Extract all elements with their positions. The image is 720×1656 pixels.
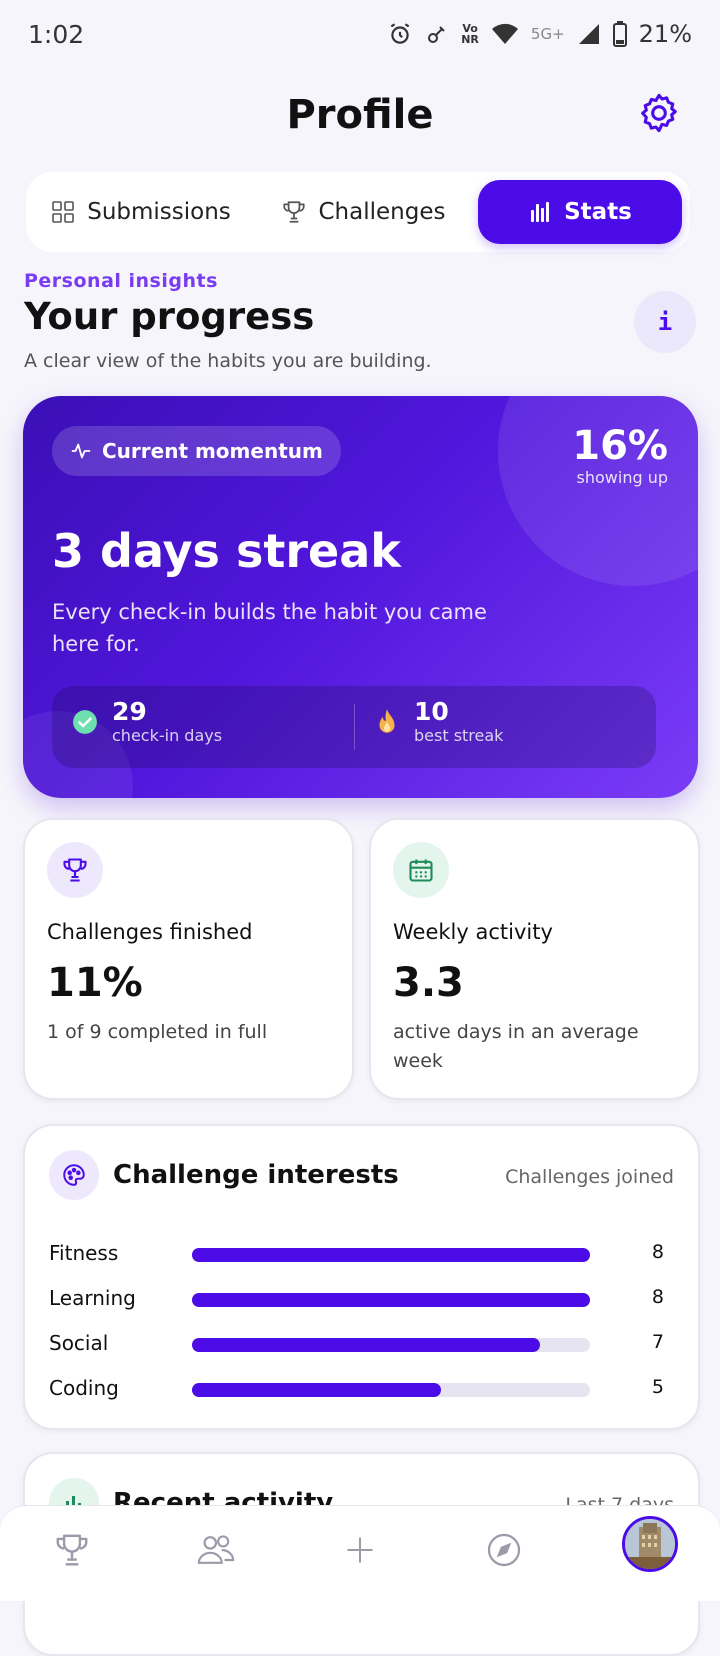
wifi-icon	[491, 23, 518, 44]
nav-add[interactable]	[338, 1528, 382, 1572]
profile-tabs: Submissions Challenges Stats	[26, 172, 690, 252]
nav-challenges[interactable]	[50, 1528, 94, 1572]
section-eyebrow: Personal insights	[24, 270, 218, 292]
avatar-photo	[625, 1519, 675, 1569]
interest-bar-fill	[192, 1293, 590, 1307]
streak-stats: 29 check-in days 10 best streak	[52, 686, 656, 768]
challenge-interests-card: Challenge interests Challenges joined Fi…	[23, 1124, 700, 1430]
interest-row: Social 7	[49, 1331, 664, 1359]
trophy-icon	[56, 1534, 88, 1566]
people-icon	[197, 1535, 235, 1564]
calendar-icon	[409, 859, 433, 882]
tab-stats-label: Stats	[564, 199, 632, 225]
streak-message: Every check-in builds the habit you came…	[52, 600, 487, 656]
interest-row: Coding 5	[49, 1376, 664, 1404]
compass-icon	[487, 1533, 521, 1567]
interest-label: Social	[49, 1331, 109, 1355]
section-title: Your progress	[24, 295, 315, 338]
momentum-pill-label: Current momentum	[102, 439, 323, 463]
battery-percent: 21%	[638, 20, 692, 48]
streak-title: 3 days streak	[52, 524, 401, 578]
settings-button[interactable]	[636, 90, 682, 136]
page-title: Profile	[286, 92, 434, 138]
weekly-activity-card: Weekly activity 3.3 active days in an av…	[369, 818, 700, 1100]
palette-icon-bubble	[49, 1150, 99, 1200]
avatar[interactable]	[622, 1516, 678, 1572]
stat-divider	[354, 704, 355, 750]
interest-bar-fill	[192, 1338, 541, 1352]
interest-bar-fill	[192, 1248, 590, 1262]
nav-explore[interactable]	[482, 1528, 526, 1572]
alarm-icon	[390, 23, 410, 44]
weekly-activity-note: active days in an average week	[393, 1021, 639, 1072]
tab-stats[interactable]: Stats	[478, 180, 682, 244]
weekly-activity-value: 3.3	[393, 960, 464, 1006]
best-streak-label: best streak	[414, 726, 504, 745]
nr-label: NR	[461, 33, 479, 46]
challenge-interests-meta: Challenges joined	[505, 1166, 674, 1188]
showing-up-label: showing up	[576, 468, 668, 487]
bottom-navigation	[0, 1505, 720, 1601]
weekly-activity-title: Weekly activity	[393, 920, 553, 944]
challenges-finished-card: Challenges finished 11% 1 of 9 completed…	[23, 818, 354, 1100]
tab-challenges-label: Challenges	[318, 199, 446, 225]
interest-count: 8	[651, 1286, 664, 1308]
section-subtitle: A clear view of the habits you are build…	[24, 350, 432, 372]
best-streak-stat: 10 best streak	[374, 698, 503, 745]
interest-row: Fitness 8	[49, 1241, 664, 1269]
interest-bar-track	[192, 1338, 590, 1352]
showing-up-percent: 16%	[572, 423, 668, 469]
interest-label: Learning	[49, 1286, 136, 1310]
showing-up-stat: 16% showing up	[572, 424, 668, 487]
grid-icon	[52, 201, 75, 223]
best-streak-value: 10	[414, 697, 449, 726]
interest-bar-fill	[192, 1383, 441, 1397]
palette-icon	[63, 1164, 85, 1186]
flame-icon	[379, 708, 395, 733]
interest-row: Learning 8	[49, 1286, 664, 1314]
momentum-pill: Current momentum	[52, 426, 341, 476]
calendar-icon-bubble	[393, 842, 449, 898]
nav-community[interactable]	[194, 1528, 238, 1572]
interest-count: 8	[651, 1241, 664, 1263]
volte-indicator: Vo NR	[461, 23, 479, 45]
checkin-days-stat: 29 check-in days	[72, 698, 222, 745]
challenges-finished-title: Challenges finished	[47, 920, 253, 944]
info-button[interactable]: i	[634, 291, 696, 353]
trophy-icon	[63, 858, 87, 882]
interest-bar-track	[192, 1293, 590, 1307]
tab-submissions[interactable]: Submissions	[36, 180, 246, 244]
momentum-card: Current momentum 16% showing up 3 days s…	[23, 396, 698, 798]
challenges-icon-bubble	[47, 842, 103, 898]
pulse-icon	[71, 443, 91, 459]
interest-label: Fitness	[49, 1241, 119, 1265]
interest-bar-track	[192, 1383, 590, 1397]
network-5g-label: 5G+	[530, 25, 565, 43]
status-time: 1:02	[28, 20, 85, 49]
gear-icon	[641, 93, 677, 133]
checkin-days-label: check-in days	[112, 726, 223, 745]
tab-challenges[interactable]: Challenges	[258, 180, 468, 244]
signal-icon	[578, 24, 599, 44]
info-icon: i	[657, 308, 673, 336]
challenge-interests-title: Challenge interests	[113, 1160, 399, 1190]
challenges-finished-value: 11%	[47, 960, 143, 1006]
battery-icon	[612, 21, 627, 47]
challenges-finished-note: 1 of 9 completed in full	[47, 1021, 268, 1043]
check-circle-icon	[73, 709, 97, 734]
interest-bar-track	[192, 1248, 590, 1262]
bar-chart-icon	[531, 202, 550, 222]
status-icons: Vo NR 5G+ 21%	[387, 20, 692, 48]
interest-count: 5	[651, 1376, 664, 1398]
trophy-icon	[282, 201, 305, 223]
tab-submissions-label: Submissions	[87, 199, 231, 225]
interest-count: 7	[651, 1331, 664, 1353]
interest-label: Coding	[49, 1376, 119, 1400]
plus-icon	[347, 1537, 373, 1563]
link-icon	[428, 26, 445, 43]
checkin-days-value: 29	[112, 697, 147, 726]
